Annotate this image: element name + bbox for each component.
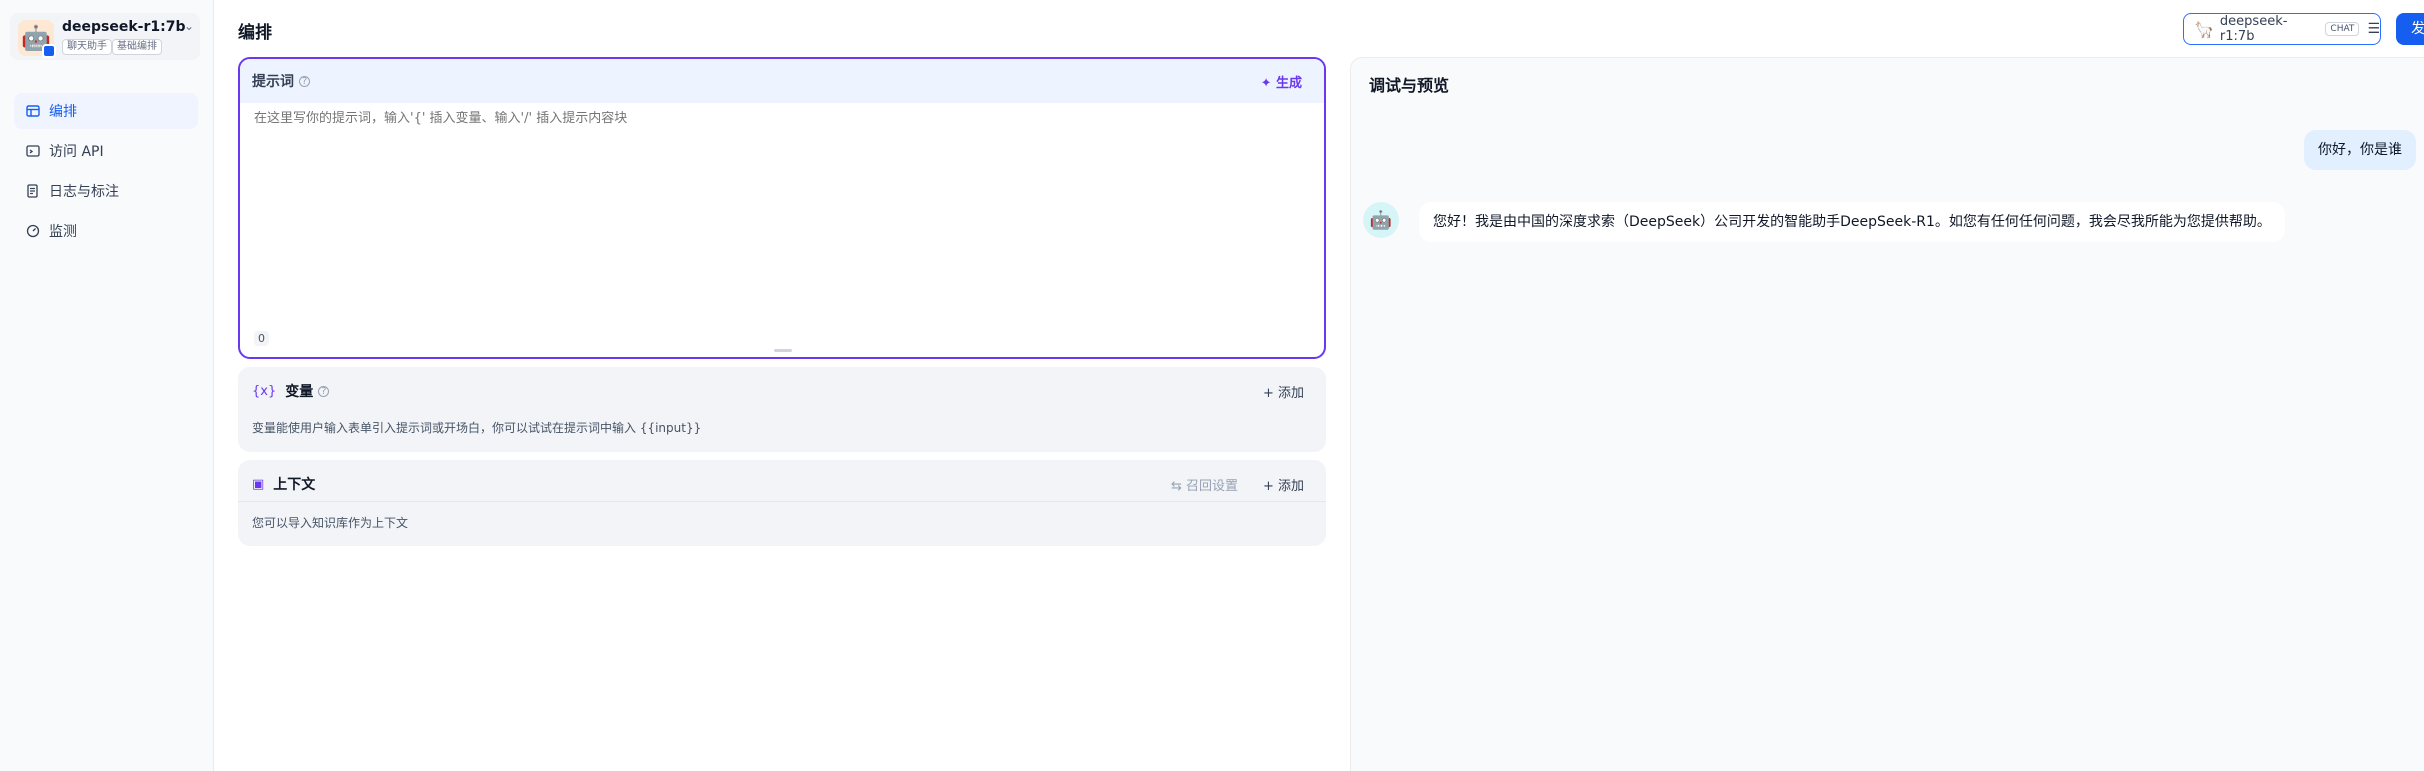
- sidebar-item-logs[interactable]: 日志与标注: [14, 173, 198, 209]
- document-icon: ▣: [252, 476, 265, 492]
- sidebar-nav: 编排 访问 API 日志与标注 监测: [14, 93, 198, 253]
- app-tag-type: 基础编排: [112, 39, 162, 55]
- assistant-message: 您好！我是由中国的深度求索（DeepSeek）公司开发的智能助手DeepSeek…: [1419, 202, 2285, 242]
- variables-title: 变量: [285, 384, 314, 400]
- add-variable-button[interactable]: + 添加: [1263, 382, 1304, 401]
- prompt-input[interactable]: [254, 111, 1304, 126]
- divider: [238, 501, 1326, 502]
- app-switcher[interactable]: 🤖 deepseek-r1:7b ⌄ 聊天助手 基础编排: [10, 13, 200, 60]
- page-title: 编排: [238, 23, 272, 43]
- sidebar: 🤖 deepseek-r1:7b ⌄ 聊天助手 基础编排 编排 访问 API 日…: [0, 0, 214, 771]
- prompt-header: 提示词 ?: [240, 59, 1324, 103]
- app-name: deepseek-r1:7b: [62, 19, 186, 35]
- recall-settings-button[interactable]: ⇆ 召回设置: [1171, 475, 1238, 494]
- prompt-title: 提示词: [252, 74, 294, 90]
- sidebar-item-label: 日志与标注: [49, 184, 119, 200]
- help-icon[interactable]: ?: [299, 75, 310, 87]
- app-tag-mode: 聊天助手: [62, 39, 112, 55]
- sidebar-item-label: 访问 API: [49, 144, 104, 160]
- chevron-down-icon[interactable]: ⌄: [184, 19, 194, 33]
- sidebar-item-label: 监测: [49, 224, 77, 240]
- generate-label: 生成: [1275, 76, 1302, 91]
- terminal-icon: [26, 144, 40, 158]
- ollama-icon: 🦙: [2194, 19, 2214, 39]
- context-section: ▣ 上下文 ⇆ 召回设置 + 添加 您可以导入知识库作为上下文: [238, 460, 1326, 546]
- recall-label: 召回设置: [1185, 479, 1238, 494]
- context-description: 您可以导入知识库作为上下文: [252, 516, 409, 530]
- debug-preview-panel: 调试与预览 你好，你是谁 🤖 您好！我是由中国的深度求索（DeepSeek）公司…: [1350, 57, 2424, 771]
- sidebar-item-label: 编排: [49, 104, 77, 120]
- sidebar-item-orchestrate[interactable]: 编排: [14, 93, 198, 129]
- layout-icon: [26, 104, 40, 118]
- gauge-icon: [26, 224, 40, 238]
- log-icon: [26, 184, 40, 198]
- add-label: 添加: [1277, 479, 1304, 494]
- help-icon[interactable]: ?: [318, 385, 330, 397]
- variables-description: 变量能使用户输入表单引入提示词或开场白，你可以试试在提示词中输入 {{input…: [252, 421, 702, 435]
- add-label: 添加: [1277, 386, 1304, 401]
- model-selector[interactable]: 🦙 deepseek-r1:7b CHAT ☰: [2183, 13, 2381, 45]
- variables-section: {x} 变量 ? + 添加 变量能使用户输入表单引入提示词或开场白，你可以试试在…: [238, 367, 1326, 452]
- robot-avatar-icon: 🤖: [1363, 202, 1399, 238]
- resize-handle[interactable]: [774, 349, 792, 352]
- app-type-badge: [42, 44, 56, 58]
- robot-avatar-icon: 🤖: [18, 20, 56, 58]
- add-context-button[interactable]: + 添加: [1263, 475, 1304, 494]
- variable-icon: {x}: [252, 383, 277, 399]
- generate-button[interactable]: ✦ 生成: [1261, 72, 1302, 91]
- prompt-char-count: 0: [254, 331, 269, 346]
- sidebar-item-api[interactable]: 访问 API: [14, 133, 198, 169]
- context-title: 上下文: [273, 477, 316, 493]
- model-mode-chip: CHAT: [2325, 22, 2360, 36]
- model-name: deepseek-r1:7b: [2219, 14, 2288, 44]
- sliders-icon[interactable]: ☰: [2367, 21, 2380, 37]
- sidebar-item-monitor[interactable]: 监测: [14, 213, 198, 249]
- prompt-editor: 提示词 ? ✦ 生成 0: [238, 57, 1326, 359]
- user-message: 你好，你是谁: [2304, 130, 2416, 170]
- publish-button[interactable]: 发: [2396, 13, 2424, 45]
- preview-title: 调试与预览: [1369, 76, 1450, 95]
